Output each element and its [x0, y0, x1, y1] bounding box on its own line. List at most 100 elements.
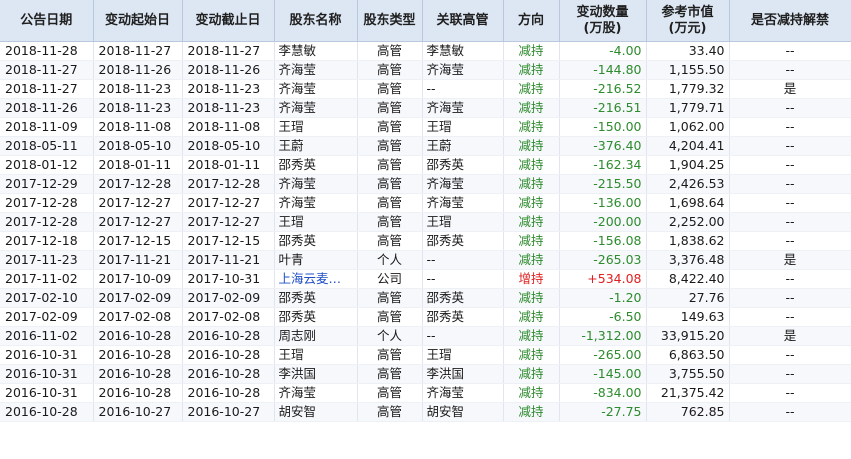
cell-change-end: 2017-02-09: [182, 288, 275, 308]
cell-change-end: 2017-12-27: [182, 212, 275, 232]
cell-holder-name: 李洪国: [274, 364, 358, 384]
header-change-amount[interactable]: 变动数量 (万股): [559, 0, 647, 42]
cell-holder-type: 高管: [357, 174, 423, 194]
table-row[interactable]: 2017-11-23 2017-11-21 2017-11-21 叶青 个人 -- 减持 -2…: [0, 250, 851, 270]
header-change-end[interactable]: 变动截止日: [182, 0, 275, 42]
cell-change-amount: -162.34: [559, 155, 647, 175]
cell-change-start: 2018-11-23: [93, 79, 183, 99]
cell-related-exec: 李洪国: [422, 364, 504, 384]
table-row[interactable]: 2017-02-10 2017-02-09 2017-02-09 邵秀英 高管 邵秀英 减持…: [0, 288, 851, 308]
cell-holder-type: 高管: [357, 288, 423, 308]
header-change-start[interactable]: 变动起始日: [93, 0, 183, 42]
header-direction[interactable]: 方向: [503, 0, 560, 42]
cell-change-end: 2018-11-23: [182, 79, 275, 99]
table-row[interactable]: 2017-02-09 2017-02-08 2017-02-08 邵秀英 高管 邵秀英 减持…: [0, 307, 851, 327]
cell-change-amount: -6.50: [559, 307, 647, 327]
table-row[interactable]: 2017-12-29 2017-12-28 2017-12-28 齐海莹 高管 齐海莹 减持…: [0, 174, 851, 194]
header-market-value[interactable]: 参考市值 (万元): [646, 0, 730, 42]
cell-announce-date: 2016-10-31: [0, 364, 94, 384]
table-row[interactable]: 2018-01-12 2018-01-11 2018-01-11 邵秀英 高管 邵秀英 减持…: [0, 155, 851, 175]
cell-related-exec: --: [422, 326, 504, 346]
cell-related-exec: --: [422, 269, 504, 289]
header-holder-type[interactable]: 股东类型: [357, 0, 423, 42]
table-row[interactable]: 2017-12-18 2017-12-15 2017-12-15 邵秀英 高管 邵秀英 减持…: [0, 231, 851, 251]
cell-holder-name: 齐海莹: [274, 193, 358, 213]
cell-related-exec: 李慧敏: [422, 41, 504, 61]
table-row[interactable]: 2017-12-28 2017-12-27 2017-12-27 王瑁 高管 王瑁 减持 -2…: [0, 212, 851, 232]
cell-change-start: 2017-12-27: [93, 212, 183, 232]
cell-announce-date: 2018-05-11: [0, 136, 94, 156]
cell-market-value: 8,422.40: [646, 269, 730, 289]
cell-market-value: 149.63: [646, 307, 730, 327]
cell-unlock: --: [729, 193, 851, 213]
cell-announce-date: 2017-12-28: [0, 212, 94, 232]
cell-related-exec: 齐海莹: [422, 98, 504, 118]
table-row[interactable]: 2018-11-28 2018-11-27 2018-11-27 李慧敏 高管 李慧敏 减持…: [0, 41, 851, 61]
cell-change-amount: -4.00: [559, 41, 647, 61]
cell-related-exec: 齐海莹: [422, 383, 504, 403]
table-row[interactable]: 2018-11-27 2018-11-26 2018-11-26 齐海莹 高管 齐海莹 减持…: [0, 60, 851, 80]
cell-change-start: 2016-10-28: [93, 383, 183, 403]
cell-change-amount: -216.51: [559, 98, 647, 118]
cell-change-end: 2017-02-08: [182, 307, 275, 327]
cell-holder-type: 高管: [357, 79, 423, 99]
cell-change-start: 2017-10-09: [93, 269, 183, 289]
table-header-row: 公告日期 变动起始日 变动截止日 股东名称 股东类型 关联高管 方向 变动数量(…: [0, 0, 851, 42]
table-row[interactable]: 2018-11-09 2018-11-08 2018-11-08 王瑁 高管 王瑁 减持 -1…: [0, 117, 851, 137]
header-holder-name[interactable]: 股东名称: [274, 0, 358, 42]
cell-change-start: 2018-11-23: [93, 98, 183, 118]
table-row[interactable]: 2016-11-02 2016-10-28 2016-10-28 周志刚 个人 -- 减持 -…: [0, 326, 851, 346]
cell-direction: 减持: [503, 345, 560, 365]
cell-holder-type: 高管: [357, 155, 423, 175]
header-unlock[interactable]: 是否减持解禁: [729, 0, 851, 42]
cell-holder-name: 王瑁: [274, 345, 358, 365]
cell-market-value: 1,838.62: [646, 231, 730, 251]
table-row[interactable]: 2018-11-26 2018-11-23 2018-11-23 齐海莹 高管 齐海莹 减持…: [0, 98, 851, 118]
cell-change-end: 2017-11-21: [182, 250, 275, 270]
header-related-exec[interactable]: 关联高管: [422, 0, 504, 42]
cell-change-end: 2016-10-28: [182, 345, 275, 365]
cell-holder-name-link[interactable]: 上海云麦投...: [274, 269, 358, 289]
table-row[interactable]: 2017-11-02 2017-10-09 2017-10-31 上海云麦投... 公司…: [0, 269, 851, 289]
cell-direction: 减持: [503, 307, 560, 327]
cell-direction: 减持: [503, 193, 560, 213]
cell-holder-type: 高管: [357, 60, 423, 80]
cell-related-exec: 胡安智: [422, 402, 504, 422]
cell-direction: 减持: [503, 402, 560, 422]
cell-market-value: 3,376.48: [646, 250, 730, 270]
table-row[interactable]: 2016-10-31 2016-10-28 2016-10-28 齐海莹 高管 齐海莹 减持…: [0, 383, 851, 403]
cell-announce-date: 2017-02-10: [0, 288, 94, 308]
cell-announce-date: 2018-11-26: [0, 98, 94, 118]
table-row[interactable]: 2016-10-31 2016-10-28 2016-10-28 王瑁 高管 王瑁 减持 -2…: [0, 345, 851, 365]
cell-change-amount: -200.00: [559, 212, 647, 232]
cell-market-value: 2,252.00: [646, 212, 730, 232]
table-row[interactable]: 2018-05-11 2018-05-10 2018-05-10 王蔚 高管 王蔚 减持 -3…: [0, 136, 851, 156]
cell-holder-name: 胡安智: [274, 402, 358, 422]
cell-related-exec: 王瑁: [422, 345, 504, 365]
cell-change-end: 2016-10-28: [182, 364, 275, 384]
table-row[interactable]: 2018-11-27 2018-11-23 2018-11-23 齐海莹 高管 -- 减持 -…: [0, 79, 851, 99]
cell-announce-date: 2018-11-27: [0, 60, 94, 80]
cell-change-start: 2018-11-08: [93, 117, 183, 137]
cell-holder-type: 高管: [357, 117, 423, 137]
cell-unlock: --: [729, 288, 851, 308]
cell-related-exec: 王蔚: [422, 136, 504, 156]
cell-change-start: 2018-01-11: [93, 155, 183, 175]
cell-announce-date: 2016-10-31: [0, 383, 94, 403]
header-announce-date[interactable]: 公告日期: [0, 0, 94, 42]
cell-market-value: 6,863.50: [646, 345, 730, 365]
table-row[interactable]: 2016-10-28 2016-10-27 2016-10-27 胡安智 高管 胡安智 减持…: [0, 402, 851, 422]
table-row[interactable]: 2017-12-28 2017-12-27 2017-12-27 齐海莹 高管 齐海莹 减持…: [0, 193, 851, 213]
cell-unlock: --: [729, 307, 851, 327]
cell-holder-name: 李慧敏: [274, 41, 358, 61]
cell-change-start: 2018-05-10: [93, 136, 183, 156]
cell-holder-type: 高管: [357, 307, 423, 327]
cell-direction: 减持: [503, 60, 560, 80]
cell-announce-date: 2017-12-29: [0, 174, 94, 194]
cell-holder-name: 齐海莹: [274, 60, 358, 80]
cell-change-start: 2017-12-28: [93, 174, 183, 194]
cell-announce-date: 2017-11-23: [0, 250, 94, 270]
cell-holder-type: 高管: [357, 383, 423, 403]
table-row[interactable]: 2016-10-31 2016-10-28 2016-10-28 李洪国 高管 李洪国 减持…: [0, 364, 851, 384]
cell-change-amount: -144.80: [559, 60, 647, 80]
